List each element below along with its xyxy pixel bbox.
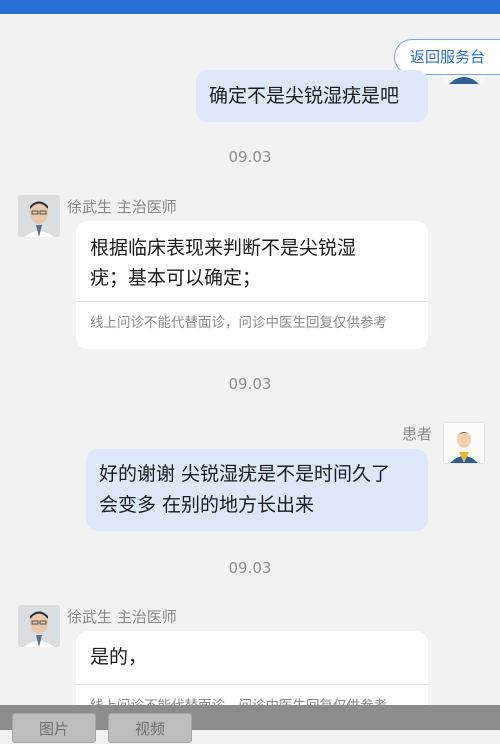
- message-line: 会变多 在别的地方长出来: [99, 494, 315, 516]
- message-line: 好的谢谢 尖锐湿疣是不是时间久了: [99, 463, 391, 485]
- doctor-name: 徐武生 主治医师: [67, 608, 177, 626]
- timestamp: 09.03: [228, 559, 272, 577]
- doctor-avatar[interactable]: [18, 195, 60, 237]
- patient-avatar[interactable]: [443, 422, 485, 464]
- doctor-message-text: 是的，: [90, 646, 148, 668]
- image-button[interactable]: 图片: [12, 713, 96, 743]
- timestamp: 09.03: [228, 148, 272, 166]
- doctor-message-card: 根据临床表现来判断不是尖锐湿 疣；基本可以确定； 线上问诊不能代替面诊，问诊中医…: [76, 221, 428, 349]
- bottom-toolbar: 图片 视频: [0, 705, 500, 743]
- patient-name: 患者: [402, 425, 433, 443]
- doctor-avatar[interactable]: [18, 605, 60, 647]
- video-button[interactable]: 视频: [108, 713, 192, 743]
- doctor-name: 徐武生 主治医师: [67, 198, 177, 216]
- message-text: 确定不是尖锐湿疣是吧: [209, 85, 400, 107]
- patient-message: 好的谢谢 尖锐湿疣是不是时间久了 会变多 在别的地方长出来: [86, 449, 428, 531]
- patient-message: 确定不是尖锐湿疣是吧: [196, 70, 428, 122]
- message-line: 根据临床表现来判断不是尖锐湿: [90, 237, 357, 259]
- doctor-message-text: 根据临床表现来判断不是尖锐湿 疣；基本可以确定；: [76, 221, 428, 301]
- top-status-bar: [0, 0, 500, 14]
- message-line: 疣；基本可以确定；: [90, 267, 262, 289]
- disclaimer-text: 线上问诊不能代替面诊，问诊中医生回复仅供参考: [90, 315, 387, 331]
- timestamp: 09.03: [228, 375, 272, 393]
